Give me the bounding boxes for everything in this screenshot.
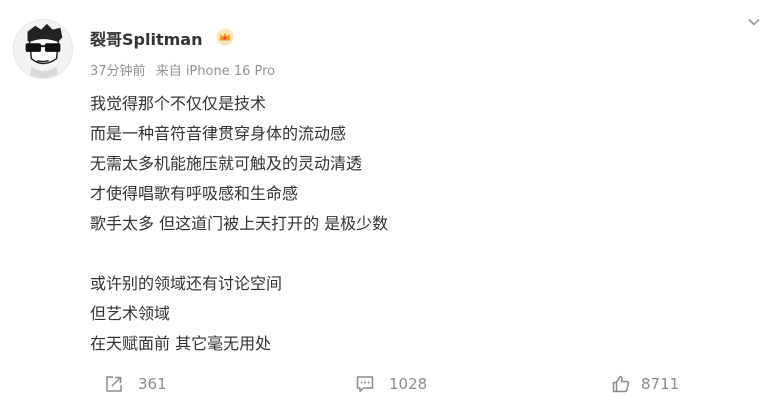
content-line: 无需太多机能施压就可触及的灵动清透	[90, 154, 363, 173]
avatar-image	[14, 20, 72, 78]
repost-count: 361	[138, 375, 167, 393]
share-icon	[106, 376, 122, 392]
content-line: 才使得唱歌有呼吸感和生命感	[90, 184, 299, 203]
content-line: 我觉得那个不仅仅是技术	[90, 94, 267, 113]
crown-badge-icon	[216, 28, 234, 46]
like-count: 8711	[641, 375, 680, 393]
content-line: 而是一种音符音律贯穿身体的流动感	[90, 124, 347, 143]
weibo-post-card: 裂哥Splitman 37分钟前 来自 iPhone 16 Pro 我觉得那个不…	[0, 0, 768, 405]
post-content: 我觉得那个不仅仅是技术 而是一种音符音律贯穿身体的流动感 无需太多机能施压就可触…	[90, 89, 690, 359]
post-actions-bar: 361 1028 8711	[0, 366, 768, 402]
post-time[interactable]: 37分钟前	[90, 64, 146, 79]
content-line: 但艺术领域	[90, 304, 171, 323]
comment-icon	[356, 376, 374, 392]
content-line: 或许别的领域还有讨论空间	[90, 274, 283, 293]
like-button[interactable]: 8711	[611, 366, 679, 402]
thumbs-up-icon	[612, 375, 630, 393]
post-meta: 37分钟前 来自 iPhone 16 Pro	[90, 60, 275, 79]
comment-button[interactable]: 1028	[355, 366, 427, 402]
post-source: 来自 iPhone 16 Pro	[155, 64, 276, 79]
author-name[interactable]: 裂哥Splitman	[90, 26, 202, 50]
content-line: 在天赋面前 其它毫无用处	[90, 334, 272, 353]
avatar[interactable]	[13, 19, 73, 79]
repost-button[interactable]: 361	[104, 366, 167, 402]
content-line: 歌手太多 但这道门被上天打开的 是极少数	[90, 214, 389, 233]
comment-count: 1028	[389, 375, 428, 393]
chevron-down-icon[interactable]	[746, 14, 762, 30]
